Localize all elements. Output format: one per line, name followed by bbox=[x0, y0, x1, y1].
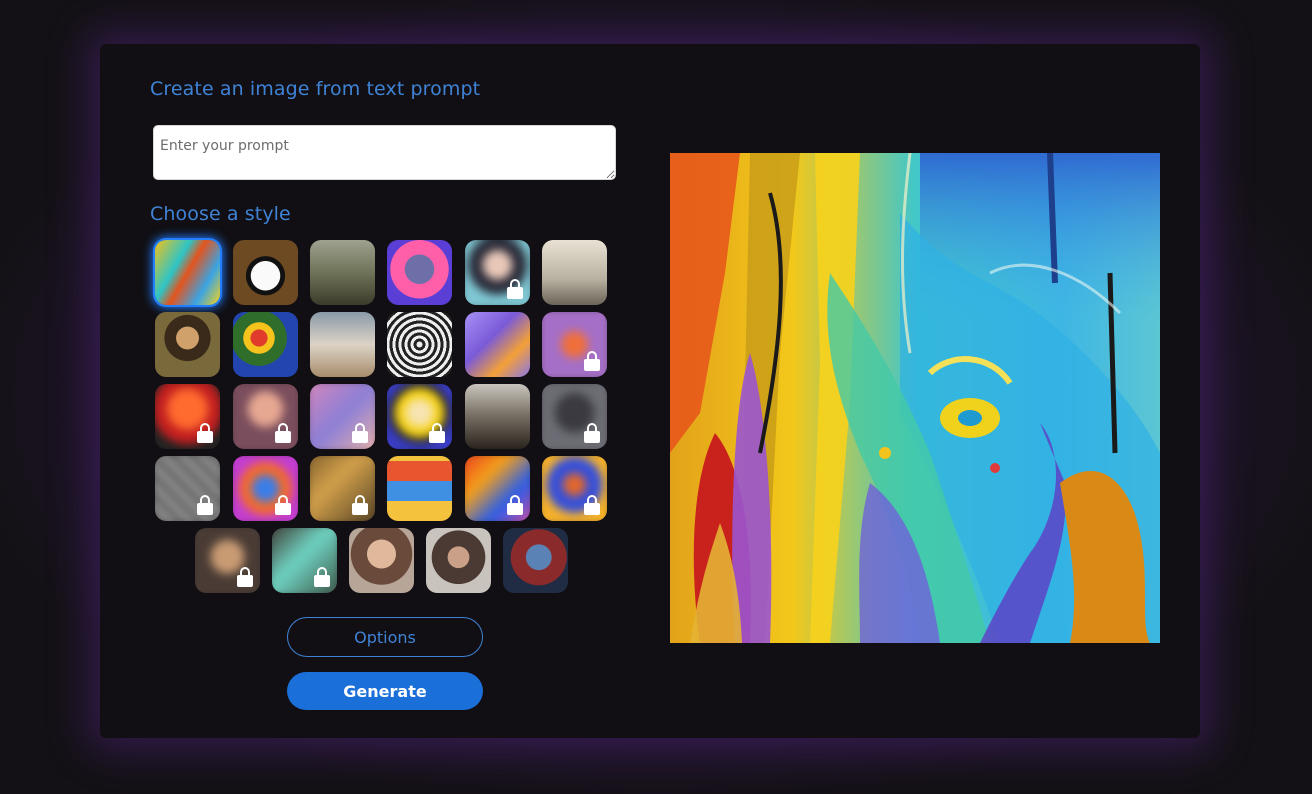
style-tile-golden-texture[interactable] bbox=[310, 456, 375, 521]
generate-button[interactable]: Generate bbox=[287, 672, 483, 710]
style-tile-colorful-bunny[interactable] bbox=[233, 456, 298, 521]
style-tile-icon-pattern[interactable] bbox=[387, 456, 452, 521]
style-heading: Choose a style bbox=[150, 203, 291, 225]
lock-icon bbox=[352, 423, 368, 443]
page-title: Create an image from text prompt bbox=[150, 78, 481, 100]
style-tile-blue-warrior[interactable] bbox=[503, 528, 568, 593]
style-thumbnail bbox=[387, 240, 452, 305]
style-tile-fluid-art[interactable] bbox=[465, 456, 530, 521]
style-thumbnail bbox=[233, 312, 298, 377]
style-thumbnail bbox=[387, 456, 452, 521]
lock-icon bbox=[197, 423, 213, 443]
lock-icon bbox=[314, 567, 330, 587]
style-tile-grey-mosaic[interactable] bbox=[155, 456, 220, 521]
style-tile-teal-forest[interactable] bbox=[272, 528, 337, 593]
lock-icon bbox=[429, 423, 445, 443]
options-button[interactable]: Options bbox=[287, 617, 483, 657]
style-thumbnail bbox=[233, 240, 298, 305]
prompt-input[interactable] bbox=[153, 125, 616, 180]
style-tile-soft-portrait[interactable] bbox=[233, 384, 298, 449]
style-tile-robot[interactable] bbox=[387, 240, 452, 305]
lock-icon bbox=[584, 495, 600, 515]
style-tile-steampunk-man[interactable] bbox=[426, 528, 491, 593]
lock-icon bbox=[275, 423, 291, 443]
generated-image-preview bbox=[670, 153, 1160, 643]
style-tile-anime-portrait[interactable] bbox=[465, 240, 530, 305]
generator-panel: Create an image from text prompt Choose … bbox=[100, 44, 1200, 738]
style-thumbnail bbox=[155, 312, 220, 377]
style-tile-victorian-lady[interactable] bbox=[349, 528, 414, 593]
style-thumbnail bbox=[465, 384, 530, 449]
style-tile-flower-still-life[interactable] bbox=[233, 312, 298, 377]
lock-icon bbox=[275, 495, 291, 515]
style-thumbnail bbox=[426, 528, 491, 593]
style-thumbnail bbox=[503, 528, 568, 593]
style-tile-pop-art-portrait[interactable] bbox=[387, 384, 452, 449]
style-thumbnail bbox=[349, 528, 414, 593]
lock-icon bbox=[507, 279, 523, 299]
lock-icon bbox=[237, 567, 253, 587]
style-tile-neon-figure[interactable] bbox=[155, 384, 220, 449]
style-tile-misty-landscape[interactable] bbox=[310, 240, 375, 305]
lock-icon bbox=[197, 495, 213, 515]
style-thumbnail bbox=[465, 312, 530, 377]
lock-icon bbox=[584, 351, 600, 371]
style-tile-vintage-sketch[interactable] bbox=[542, 240, 607, 305]
style-thumbnail bbox=[310, 240, 375, 305]
style-tile-ink-cup[interactable] bbox=[387, 312, 452, 377]
style-tile-dark-creature[interactable] bbox=[542, 384, 607, 449]
lock-icon bbox=[507, 495, 523, 515]
style-tile-fox-character[interactable] bbox=[542, 312, 607, 377]
style-tile-renaissance-portrait[interactable] bbox=[155, 312, 220, 377]
lock-icon bbox=[584, 423, 600, 443]
style-tile-isometric-computer[interactable] bbox=[465, 312, 530, 377]
style-tile-abstract-paint[interactable] bbox=[155, 240, 220, 305]
generated-image bbox=[670, 153, 1160, 643]
style-thumbnail bbox=[387, 312, 452, 377]
style-tile-mosaic-face[interactable] bbox=[542, 456, 607, 521]
style-thumbnail bbox=[155, 240, 220, 305]
style-thumbnail bbox=[542, 240, 607, 305]
style-tile-modern-house[interactable] bbox=[465, 384, 530, 449]
style-thumbnail bbox=[310, 312, 375, 377]
lock-icon bbox=[352, 495, 368, 515]
style-tile-panda[interactable] bbox=[233, 240, 298, 305]
style-tile-fantasy-creature[interactable] bbox=[195, 528, 260, 593]
style-tile-pastel-blur[interactable] bbox=[310, 384, 375, 449]
style-tile-ballet-dancers[interactable] bbox=[310, 312, 375, 377]
